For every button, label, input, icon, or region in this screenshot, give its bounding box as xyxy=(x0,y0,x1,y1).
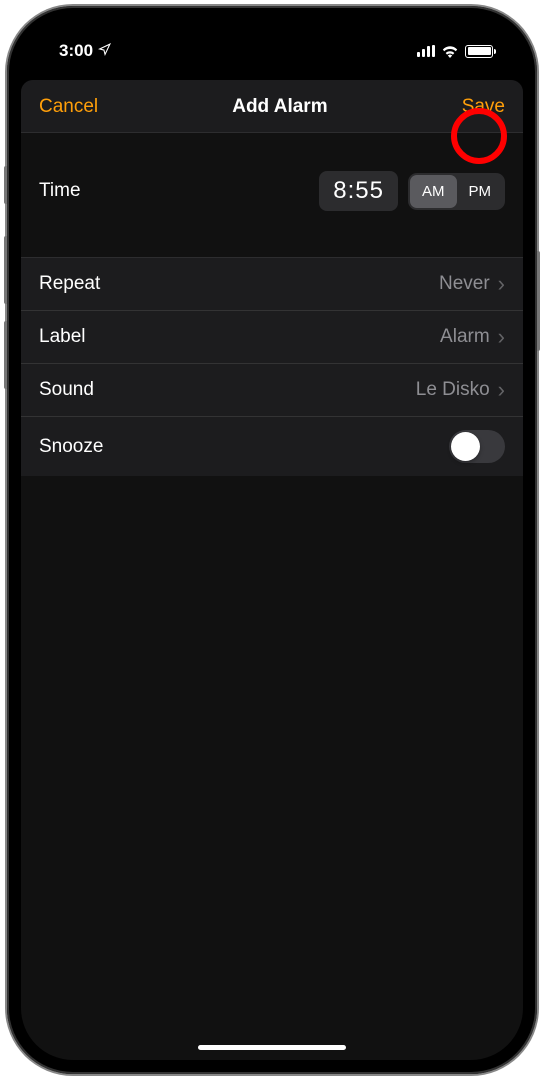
repeat-row[interactable]: Repeat Never › xyxy=(21,258,523,311)
sound-value: Le Disko xyxy=(416,379,490,401)
home-indicator[interactable] xyxy=(198,1045,346,1050)
save-button[interactable]: Save xyxy=(462,96,505,118)
snooze-toggle[interactable] xyxy=(449,430,505,463)
wifi-icon xyxy=(441,45,459,58)
settings-list: Repeat Never › Label Alarm › xyxy=(21,257,523,476)
pm-option[interactable]: PM xyxy=(457,175,504,208)
add-alarm-modal: Cancel Add Alarm Save Time 8:55 AM PM xyxy=(21,80,523,1060)
am-option[interactable]: AM xyxy=(410,175,457,208)
volume-up-button xyxy=(4,236,7,304)
toggle-knob xyxy=(451,432,480,461)
nav-bar: Cancel Add Alarm Save xyxy=(21,80,523,133)
label-value: Alarm xyxy=(440,326,490,348)
time-label: Time xyxy=(39,180,81,202)
time-controls: 8:55 AM PM xyxy=(319,171,505,211)
repeat-value: Never xyxy=(439,273,490,295)
status-time-group: 3:00 xyxy=(59,41,111,61)
snooze-row: Snooze xyxy=(21,417,523,476)
ampm-segmented-control[interactable]: AM PM xyxy=(408,173,505,210)
sound-label: Sound xyxy=(39,379,94,401)
location-icon xyxy=(98,41,111,61)
cellular-signal-icon xyxy=(417,45,435,57)
snooze-label: Snooze xyxy=(39,436,103,458)
label-label: Label xyxy=(39,326,86,348)
mute-switch xyxy=(4,166,7,204)
content: Time 8:55 AM PM Repeat Never xyxy=(21,133,523,476)
volume-down-button xyxy=(4,321,7,389)
chevron-right-icon: › xyxy=(498,377,505,403)
status-indicators xyxy=(417,45,493,58)
label-row[interactable]: Label Alarm › xyxy=(21,311,523,364)
sound-row[interactable]: Sound Le Disko › xyxy=(21,364,523,417)
screen: 3:00 Cancel Add Alarm xyxy=(21,20,523,1060)
chevron-right-icon: › xyxy=(498,324,505,350)
time-section: Time 8:55 AM PM xyxy=(21,133,523,257)
battery-icon xyxy=(465,45,493,58)
time-input[interactable]: 8:55 xyxy=(319,171,398,211)
page-title: Add Alarm xyxy=(232,96,327,118)
repeat-label: Repeat xyxy=(39,273,100,295)
phone-frame: 3:00 Cancel Add Alarm xyxy=(7,6,537,1074)
power-button xyxy=(537,251,540,351)
notch xyxy=(167,20,377,54)
status-time: 3:00 xyxy=(59,41,93,61)
chevron-right-icon: › xyxy=(498,271,505,297)
cancel-button[interactable]: Cancel xyxy=(39,96,98,118)
